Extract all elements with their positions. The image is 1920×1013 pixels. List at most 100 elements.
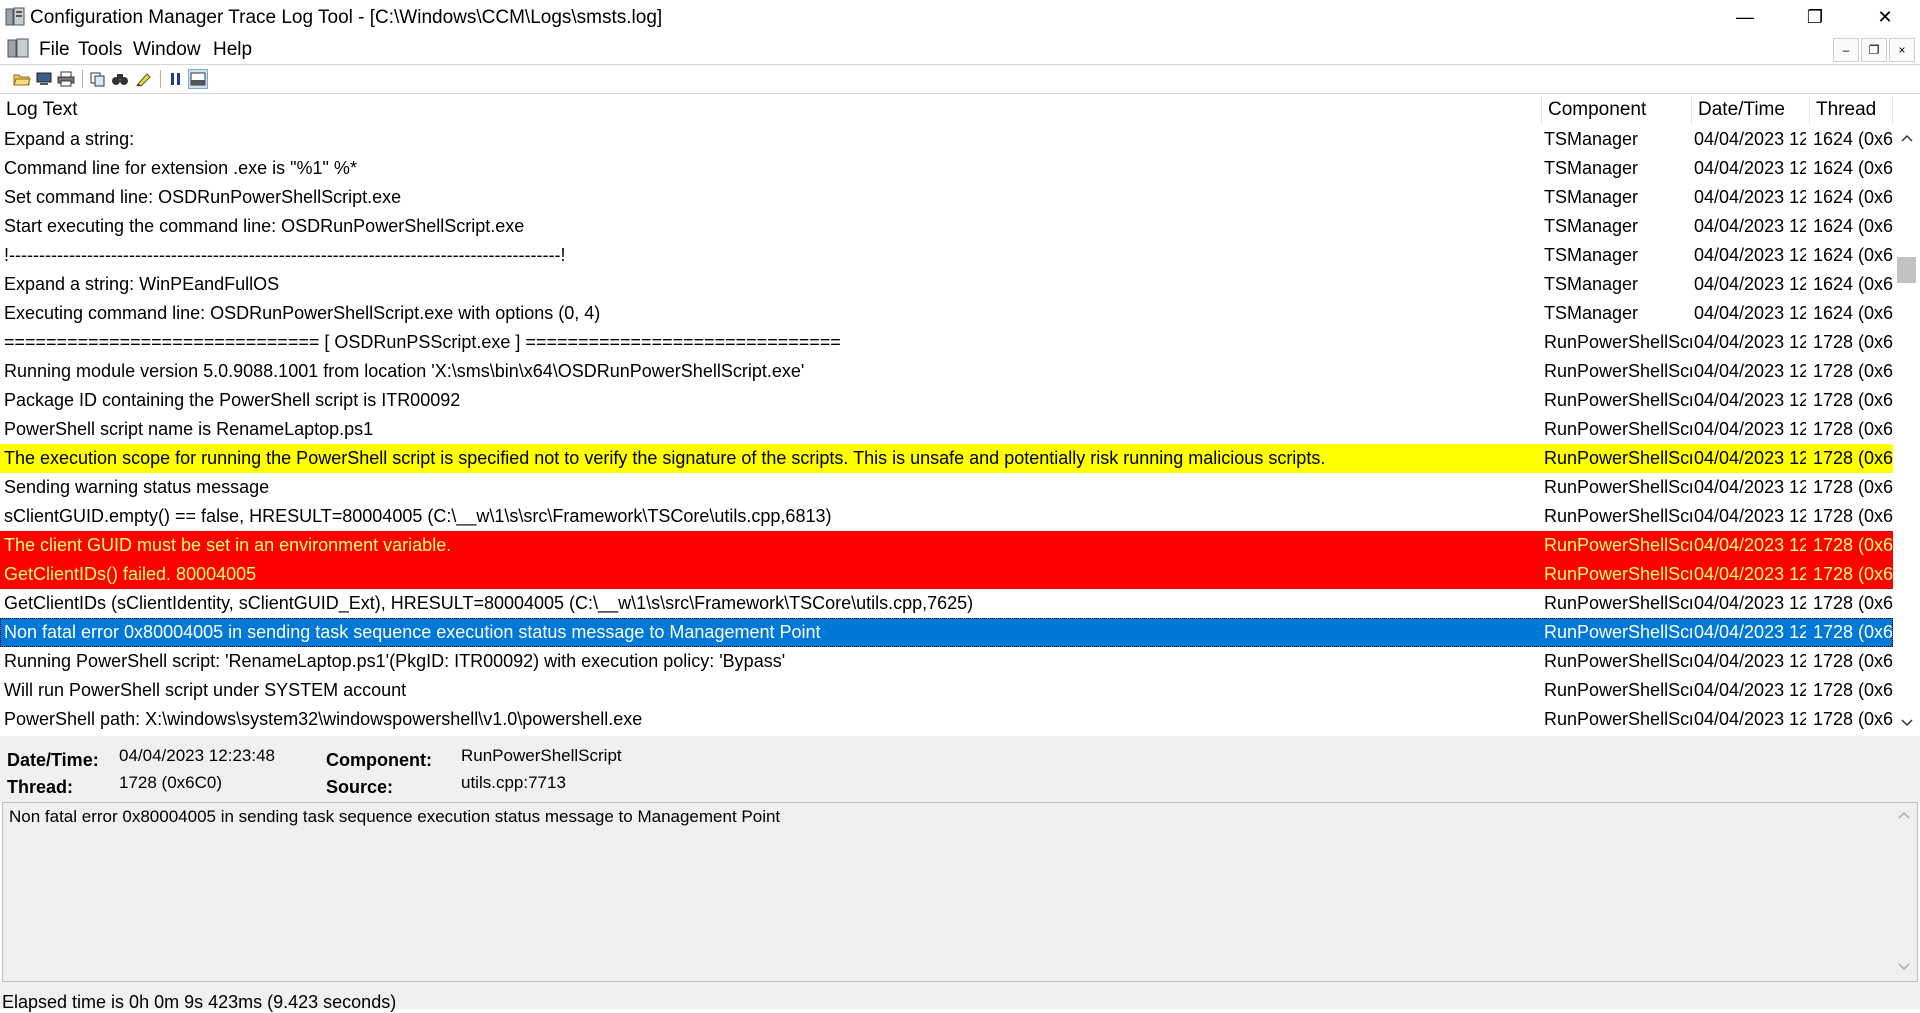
log-row-text: Expand a string: WinPEandFullOS	[4, 274, 280, 294]
log-row-datetime: 04/04/2023 12:23:48	[1694, 622, 1806, 642]
column-header-log-text[interactable]: Log Text	[0, 96, 1542, 124]
scroll-thumb[interactable]	[1897, 257, 1916, 283]
log-row[interactable]: The client GUID must be set in an enviro…	[0, 531, 1893, 560]
log-row-component: RunPowerShellScript	[1544, 390, 1692, 410]
log-row-component: RunPowerShellScript	[1544, 506, 1692, 526]
log-row-component: RunPowerShellScript	[1544, 332, 1692, 352]
log-row-thread: 1624 (0x658)	[1813, 216, 1893, 236]
log-row-component: RunPowerShellScript	[1544, 651, 1692, 671]
child-close-button[interactable]: ×	[1889, 38, 1915, 62]
log-row[interactable]: PowerShell script name is RenameLaptop.p…	[0, 415, 1893, 444]
log-row[interactable]: !---------------------------------------…	[0, 241, 1893, 270]
app-icon	[5, 7, 25, 26]
column-header-thread[interactable]: Thread	[1810, 96, 1893, 124]
log-list[interactable]: Log Text Component Date/Time Thread Expa…	[0, 96, 1920, 736]
log-row-component: RunPowerShellScript	[1544, 564, 1692, 584]
detail-panel: Date/Time: 04/04/2023 12:23:48 Component…	[0, 736, 1920, 802]
scroll-down-button[interactable]	[1893, 710, 1920, 736]
detail-thread-label: Thread:	[7, 777, 74, 797]
info-pane-toggle[interactable]	[188, 69, 208, 89]
log-row[interactable]: Package ID containing the PowerShell scr…	[0, 386, 1893, 415]
copy-button[interactable]	[88, 69, 108, 89]
log-row-thread: 1728 (0x6C0)	[1813, 709, 1893, 729]
document-icon[interactable]	[6, 37, 30, 59]
toolbar-separator	[160, 70, 161, 88]
log-row-thread: 1728 (0x6C0)	[1813, 332, 1893, 352]
column-header-component[interactable]: Component	[1542, 96, 1692, 124]
log-row-datetime: 04/04/2023 12:23:48	[1694, 419, 1806, 439]
log-row[interactable]: Sending warning status message RunPowerSh…	[0, 473, 1893, 502]
log-row-component: TSManager	[1544, 129, 1639, 149]
log-scrollbar[interactable]	[1893, 125, 1920, 736]
detail-datetime-label: Date/Time:	[7, 750, 99, 770]
pause-button[interactable]	[166, 69, 186, 89]
log-row-component: RunPowerShellScript	[1544, 448, 1692, 468]
log-row-thread: 1624 (0x658)	[1813, 129, 1893, 149]
log-row[interactable]: Executing command line: OSDRunPowerShell…	[0, 299, 1893, 328]
log-row-datetime: 04/04/2023 12:23:48	[1694, 390, 1806, 410]
log-row-datetime: 04/04/2023 12:23:47	[1694, 216, 1806, 236]
message-pane[interactable]: Non fatal error 0x80004005 in sending ta…	[2, 802, 1918, 982]
child-restore-button[interactable]: ❐	[1861, 38, 1887, 62]
log-row-component: TSManager	[1544, 245, 1639, 265]
log-row-thread: 1728 (0x6C0)	[1813, 419, 1893, 439]
window-title: Configuration Manager Trace Log Tool - […	[30, 7, 663, 28]
log-row-text: Expand a string:	[4, 129, 135, 149]
log-row[interactable]: Running module version 5.0.9088.1001 fro…	[0, 357, 1893, 386]
highlight-button[interactable]	[134, 69, 154, 89]
menu-tools[interactable]: Tools	[78, 39, 122, 61]
window-maximize-button[interactable]: ❐	[1780, 0, 1850, 34]
log-row-thread: 1624 (0x658)	[1813, 303, 1893, 323]
log-row-thread: 1624 (0x658)	[1813, 158, 1893, 178]
log-row[interactable]: sClientGUID.empty() == false, HRESULT=80…	[0, 502, 1893, 531]
open-remote-button[interactable]	[34, 69, 54, 89]
log-row-datetime: 04/04/2023 12:23:48	[1694, 448, 1806, 468]
log-row[interactable]: Running PowerShell script: 'RenameLaptop…	[0, 647, 1893, 676]
message-scrollbar[interactable]	[1891, 803, 1917, 981]
log-row-component: RunPowerShellScript	[1544, 477, 1692, 497]
menu-file[interactable]: File	[39, 39, 70, 61]
log-row[interactable]: Will run PowerShell script under SYSTEM …	[0, 676, 1893, 705]
log-row[interactable]: Expand a string: WinPEandFullOS TSManager…	[0, 270, 1893, 299]
log-row-text: Start executing the command line: OSDRun…	[4, 216, 525, 236]
log-row-text: Executing command line: OSDRunPowerShell…	[4, 303, 601, 323]
log-row[interactable]: Expand a string: TSManager 04/04/2023 12:…	[0, 125, 1893, 154]
open-button[interactable]	[12, 69, 32, 89]
log-row-text: PowerShell path: X:\windows\system32\win…	[4, 709, 643, 729]
print-icon	[57, 71, 75, 87]
log-row[interactable]: GetClientIDs (sClientIdentity, sClientGU…	[0, 589, 1893, 618]
window-close-button[interactable]: ✕	[1850, 0, 1920, 34]
column-header-datetime[interactable]: Date/Time	[1692, 96, 1810, 124]
window-minimize-button[interactable]: —	[1710, 0, 1780, 34]
chevron-up-icon[interactable]	[1898, 811, 1910, 819]
chevron-down-icon[interactable]	[1898, 963, 1910, 971]
log-row[interactable]: Command line for extension .exe is "%1" …	[0, 154, 1893, 183]
log-row[interactable]: ============================== [ OSDRunP…	[0, 328, 1893, 357]
print-button[interactable]	[56, 69, 76, 89]
log-row-component: TSManager	[1544, 158, 1639, 178]
detail-component-value: RunPowerShellScript	[461, 746, 622, 765]
log-row[interactable]: Set command line: OSDRunPowerShellScript…	[0, 183, 1893, 212]
menu-window[interactable]: Window	[133, 39, 201, 61]
log-row[interactable]: Non fatal error 0x80004005 in sending ta…	[0, 618, 1893, 647]
log-row-datetime: 04/04/2023 12:23:47	[1694, 303, 1806, 323]
detail-source-label: Source:	[326, 777, 394, 797]
log-row-thread: 1728 (0x6C0)	[1813, 680, 1893, 700]
log-row-datetime: 04/04/2023 12:23:47	[1694, 187, 1806, 207]
scroll-up-button[interactable]	[1893, 125, 1920, 151]
child-minimize-button[interactable]: –	[1833, 38, 1859, 62]
menu-help[interactable]: Help	[213, 39, 252, 61]
log-row[interactable]: Start executing the command line: OSDRun…	[0, 212, 1893, 241]
open-folder-icon	[13, 74, 31, 86]
log-row[interactable]: GetClientIDs() failed. 80004005 RunPowerS…	[0, 560, 1893, 589]
open-remote-icon	[36, 72, 52, 85]
log-row-datetime: 04/04/2023 12:23:48	[1694, 477, 1806, 497]
log-row[interactable]: PowerShell path: X:\windows\system32\win…	[0, 705, 1893, 734]
log-row-component: RunPowerShellScript	[1544, 709, 1692, 729]
log-row-component: TSManager	[1544, 303, 1639, 323]
log-row-datetime: 04/04/2023 12:23:47	[1694, 245, 1806, 265]
log-row-thread: 1728 (0x6C0)	[1813, 622, 1893, 642]
find-button[interactable]	[110, 69, 130, 89]
log-row[interactable]: The execution scope for running the Powe…	[0, 444, 1893, 473]
log-row-text: ============================== [ OSDRunP…	[4, 332, 841, 352]
